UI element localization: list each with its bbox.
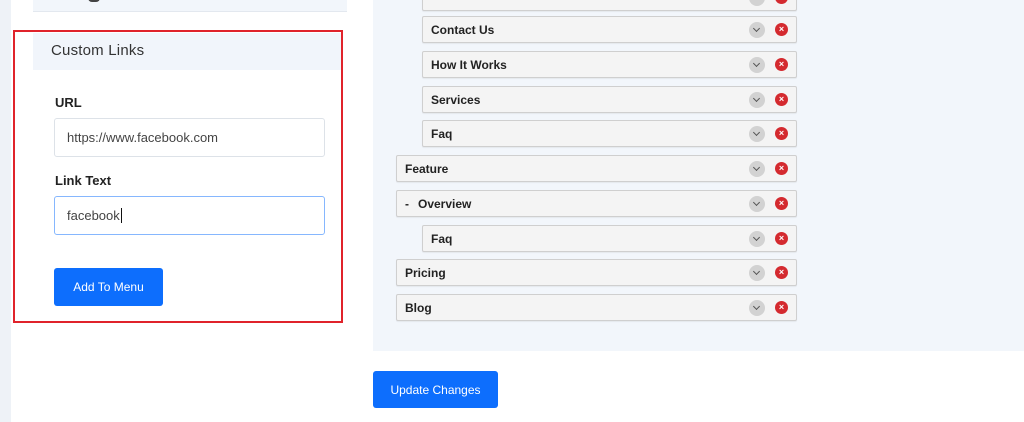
menu-item[interactable]: Feature × — [396, 155, 797, 182]
highlight-box — [13, 30, 343, 323]
menu-item-label: Services — [431, 92, 481, 107]
chevron-down-icon[interactable] — [749, 265, 765, 281]
menu-item[interactable]: Pricing × — [396, 259, 797, 286]
chevron-down-icon[interactable] — [749, 22, 765, 38]
menu-item[interactable]: × — [422, 0, 797, 11]
menu-item-label: Faq — [431, 231, 453, 246]
delete-icon[interactable]: × — [775, 266, 788, 279]
delete-icon[interactable]: × — [775, 197, 788, 210]
menu-item-label: Feature — [405, 161, 449, 176]
menu-item[interactable]: - Overview × — [396, 190, 797, 217]
menu-item-label: Pricing — [405, 265, 446, 280]
chevron-down-icon[interactable] — [749, 57, 765, 73]
menu-item[interactable]: How It Works × — [422, 51, 797, 78]
delete-icon[interactable]: × — [775, 23, 788, 36]
menu-item[interactable]: Contact Us × — [422, 16, 797, 43]
menu-item-label: Overview — [418, 196, 472, 211]
menu-item[interactable]: Services × — [422, 86, 797, 113]
chevron-down-icon[interactable] — [749, 231, 765, 247]
delete-icon[interactable]: × — [775, 162, 788, 175]
menu-item[interactable]: Blog × — [396, 294, 797, 321]
menu-item-label: Contact Us — [431, 22, 495, 37]
delete-icon[interactable]: × — [775, 301, 788, 314]
collapse-marker: - — [405, 196, 409, 211]
cut-off-text — [88, 0, 100, 2]
menu-item-label: How It Works — [431, 57, 507, 72]
previous-panel-bottom — [33, 0, 347, 12]
update-changes-button[interactable]: Update Changes — [373, 371, 498, 408]
chevron-down-icon[interactable] — [749, 126, 765, 142]
menu-item[interactable]: Faq × — [422, 120, 797, 147]
chevron-down-icon[interactable] — [749, 0, 765, 6]
chevron-down-icon[interactable] — [749, 196, 765, 212]
chevron-down-icon[interactable] — [749, 300, 765, 316]
delete-icon[interactable]: × — [775, 127, 788, 140]
delete-icon[interactable]: × — [775, 58, 788, 71]
delete-icon[interactable]: × — [775, 232, 788, 245]
delete-icon[interactable]: × — [775, 0, 788, 4]
menu-item[interactable]: Faq × — [422, 225, 797, 252]
menu-item-label: Faq — [431, 126, 453, 141]
left-sidebar-strip — [0, 0, 11, 422]
delete-icon[interactable]: × — [775, 93, 788, 106]
menu-item-label: Blog — [405, 300, 432, 315]
chevron-down-icon[interactable] — [749, 92, 765, 108]
chevron-down-icon[interactable] — [749, 161, 765, 177]
